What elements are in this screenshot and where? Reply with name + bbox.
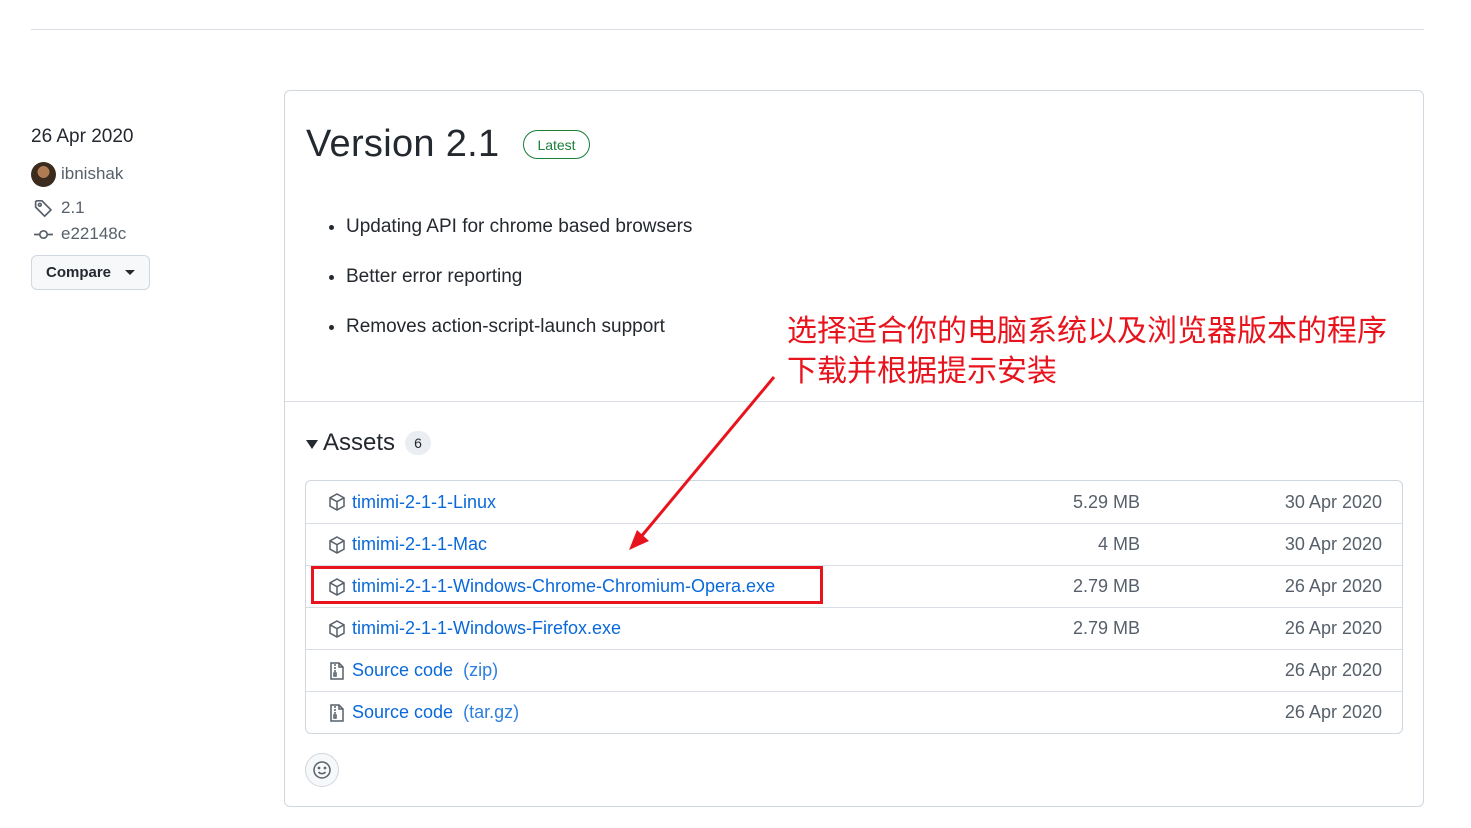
asset-size: 2.79 MB	[1072, 576, 1140, 596]
asset-link[interactable]: Source code (zip)	[352, 660, 498, 681]
list-item: Updating API for chrome based browsers	[346, 215, 692, 265]
package-icon	[327, 619, 347, 639]
asset-link[interactable]: timimi-2-1-1-Windows-Firefox.exe	[352, 618, 621, 639]
asset-date: 26 Apr 2020	[1284, 576, 1382, 596]
tag-label[interactable]: 2.1	[61, 198, 85, 218]
release-commit[interactable]: e22148c	[31, 223, 251, 245]
file-zip-icon	[327, 661, 347, 681]
annotation-text: 选择适合你的电脑系统以及浏览器版本的程序 下载并根据提示安装	[787, 312, 1427, 392]
release-tag[interactable]: 2.1	[31, 197, 251, 219]
list-item: Better error reporting	[346, 265, 692, 315]
asset-size: 2.79 MB	[1072, 618, 1140, 638]
asset-name: timimi-2-1-1-Windows-Firefox.exe	[352, 618, 622, 638]
release-header: Version 2.1 Latest	[306, 123, 590, 166]
asset-link[interactable]: timimi-2-1-1-Mac	[352, 534, 487, 555]
asset-date: 26 Apr 2020	[1284, 702, 1382, 722]
annotation-highlight-box	[311, 566, 823, 604]
add-reaction-button[interactable]	[305, 753, 339, 787]
package-icon	[327, 492, 347, 512]
asset-size: 5.29 MB	[1072, 491, 1140, 512]
assets-count: 6	[405, 431, 432, 455]
tag-icon	[31, 198, 55, 219]
triangle-down-icon	[306, 439, 318, 449]
asset-list: timimi-2-1-1-Linux 5.29 MB 30 Apr 2020 t…	[305, 480, 1403, 734]
avatar[interactable]	[31, 161, 56, 187]
asset-row: timimi-2-1-1-Windows-Firefox.exe 2.79 MB…	[306, 607, 1402, 649]
asset-name: timimi-2-1-1-Linux	[352, 491, 497, 512]
asset-date: 26 Apr 2020	[1284, 660, 1382, 680]
asset-link[interactable]: Source code (tar.gz)	[352, 702, 519, 723]
release-date: 26 Apr 2020	[31, 126, 134, 147]
release-notes: Updating API for chrome based browsers B…	[346, 215, 692, 365]
commit-icon	[31, 224, 55, 245]
asset-date: 26 Apr 2020	[1284, 618, 1382, 638]
author-name[interactable]: ibnishak	[61, 164, 123, 184]
latest-badge: Latest	[523, 130, 590, 159]
compare-button[interactable]: Compare	[31, 255, 150, 290]
asset-name: Source code	[352, 660, 454, 680]
file-zip-icon	[327, 703, 347, 723]
asset-row: timimi-2-1-1-Mac 4 MB 30 Apr 2020	[306, 523, 1402, 565]
top-divider	[31, 29, 1424, 30]
section-divider	[285, 401, 1423, 402]
assets-toggle[interactable]: Assets 6	[306, 429, 432, 457]
asset-link[interactable]: timimi-2-1-1-Linux	[352, 492, 496, 513]
smiley-icon	[313, 761, 331, 779]
asset-ext: (zip)	[463, 660, 499, 680]
release-author[interactable]: ibnishak	[31, 160, 251, 188]
compare-label: Compare	[45, 264, 112, 281]
assets-title[interactable]: Assets	[323, 429, 395, 457]
release-meta: 26 Apr 2020 ibnishak 2.1 e22148c Compare	[31, 124, 251, 290]
package-icon	[327, 535, 347, 555]
annotation-line: 下载并根据提示安装	[787, 354, 1057, 389]
release-title[interactable]: Version 2.1	[306, 123, 499, 166]
list-item: Removes action-script-launch support	[346, 315, 692, 365]
asset-ext: (tar.gz)	[463, 702, 520, 722]
commit-hash[interactable]: e22148c	[61, 224, 126, 244]
release-card: Version 2.1 Latest Updating API for chro…	[284, 90, 1424, 807]
annotation-line: 选择适合你的电脑系统以及浏览器版本的程序	[787, 314, 1387, 349]
asset-name: timimi-2-1-1-Mac	[352, 534, 487, 554]
asset-name: Source code	[352, 702, 454, 722]
asset-row: timimi-2-1-1-Linux 5.29 MB 30 Apr 2020	[306, 481, 1402, 523]
asset-date: 30 Apr 2020	[1284, 491, 1382, 512]
asset-size: 4 MB	[1097, 534, 1140, 554]
chevron-down-icon	[125, 270, 136, 275]
asset-row: Source code (tar.gz) 26 Apr 2020	[306, 691, 1402, 733]
asset-row: Source code (zip) 26 Apr 2020	[306, 649, 1402, 691]
asset-date: 30 Apr 2020	[1284, 534, 1382, 554]
